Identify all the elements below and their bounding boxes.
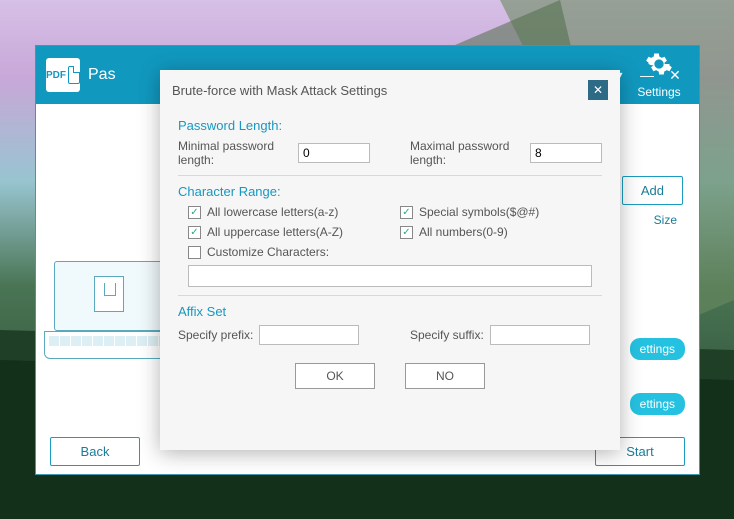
prefix-input[interactable] [259,325,359,345]
lowercase-label: All lowercase letters(a-z) [207,205,338,219]
min-length-label: Minimal password length: [178,139,292,167]
numbers-label: All numbers(0-9) [419,225,508,239]
gear-icon[interactable] [645,50,673,78]
logo-text: PDF [46,70,66,81]
suffix-label: Specify suffix: [410,328,484,342]
dialog-close-button[interactable]: ✕ [588,80,608,100]
settings-pill-1[interactable]: ettings [630,338,685,360]
customize-label: Customize Characters: [207,245,329,259]
lowercase-checkbox[interactable] [188,206,201,219]
mask-attack-settings-dialog: Brute-force with Mask Attack Settings ✕ … [160,70,620,450]
ok-button[interactable]: OK [295,363,375,389]
affix-set-heading: Affix Set [178,304,602,319]
app-logo: PDF [46,58,80,92]
customize-characters-input[interactable] [188,265,592,287]
logo-doc-icon [68,66,80,84]
max-length-label: Maximal password length: [410,139,524,167]
suffix-input[interactable] [490,325,590,345]
symbols-label: Special symbols($@#) [419,205,539,219]
settings-pill-2[interactable]: ettings [630,393,685,415]
size-column-header: Size [648,209,683,231]
prefix-label: Specify prefix: [178,328,253,342]
uppercase-checkbox[interactable] [188,226,201,239]
uppercase-label: All uppercase letters(A-Z) [207,225,343,239]
add-button[interactable]: Add [622,176,683,205]
dialog-title: Brute-force with Mask Attack Settings [172,83,387,98]
laptop-illustration [54,261,169,359]
customize-checkbox[interactable] [188,246,201,259]
max-length-input[interactable] [530,143,602,163]
symbols-checkbox[interactable] [400,206,413,219]
back-button[interactable]: Back [50,437,140,466]
no-button[interactable]: NO [405,363,485,389]
character-range-heading: Character Range: [178,184,602,199]
settings-label[interactable]: Settings [629,85,689,99]
password-length-heading: Password Length: [178,118,602,133]
min-length-input[interactable] [298,143,370,163]
numbers-checkbox[interactable] [400,226,413,239]
